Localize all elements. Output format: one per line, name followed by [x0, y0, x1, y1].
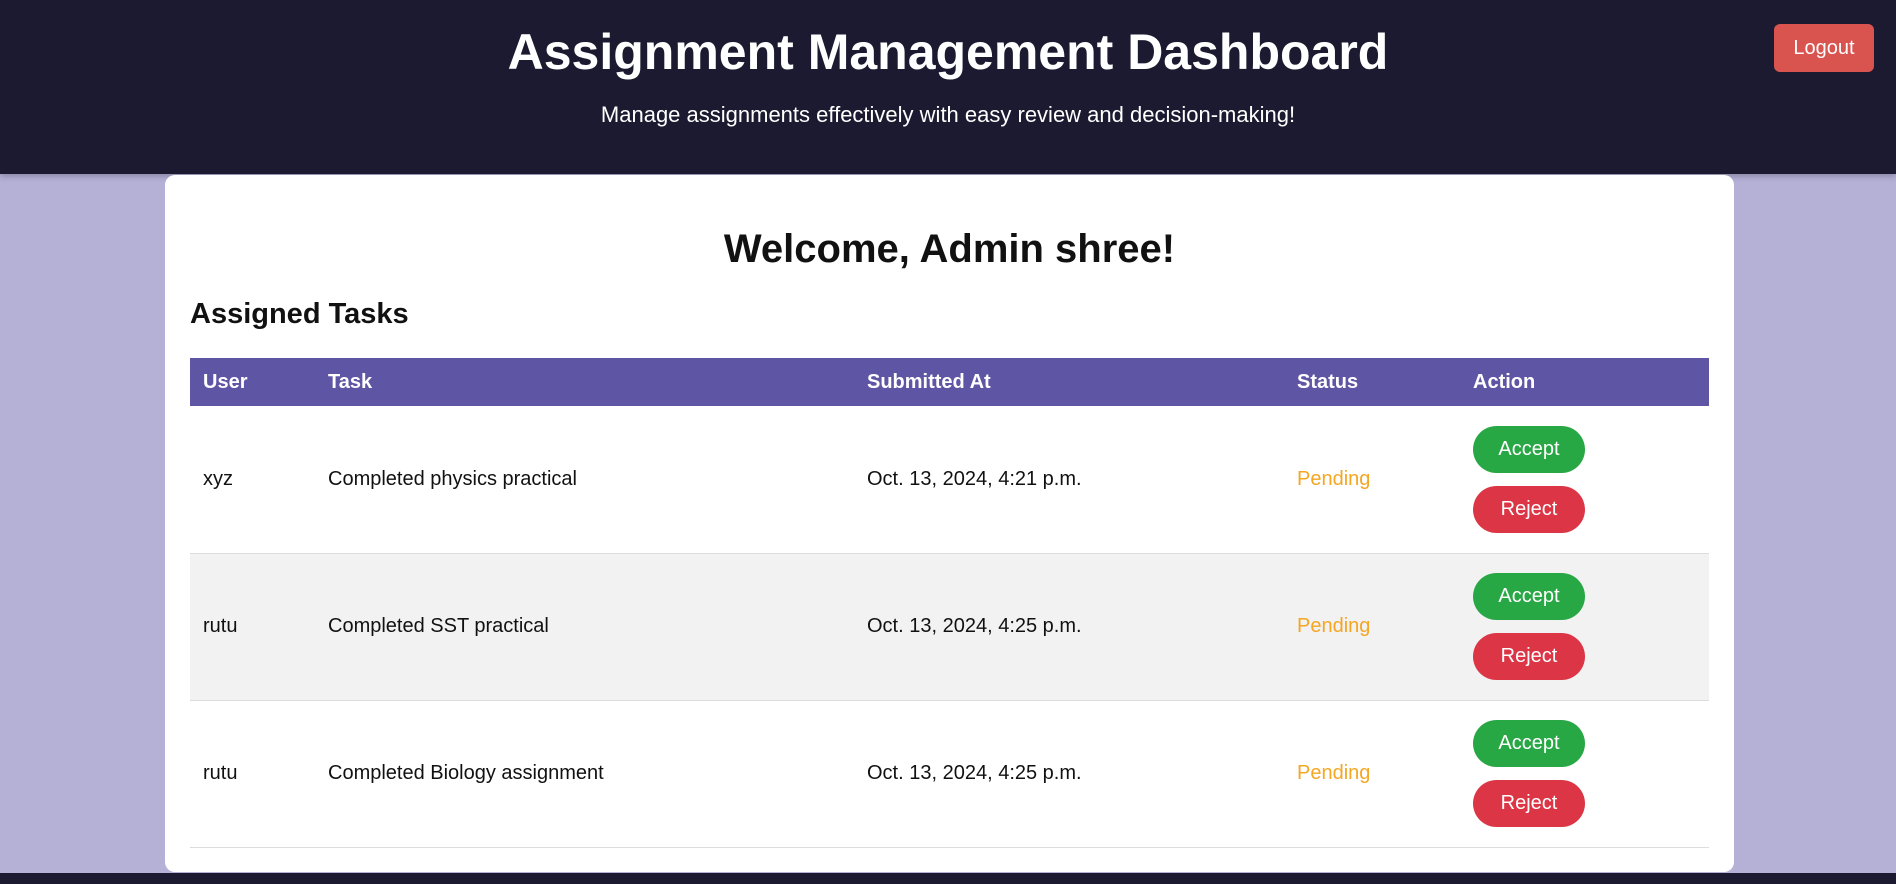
- column-header-task: Task: [328, 370, 373, 393]
- dashboard-card: Welcome, Admin shree! Assigned Tasks Use…: [165, 175, 1734, 872]
- assigned-tasks-heading: Assigned Tasks: [190, 298, 409, 330]
- accept-button[interactable]: Accept: [1473, 425, 1585, 473]
- cell-submitted-at: Oct. 13, 2024, 4:25 p.m.: [867, 615, 1082, 637]
- action-buttons: Accept Reject: [1473, 720, 1696, 827]
- status-text: Pending: [1297, 615, 1371, 637]
- logout-button[interactable]: Logout: [1774, 24, 1874, 72]
- table-row: rutu Completed SST practical Oct. 13, 20…: [190, 553, 1709, 700]
- cell-actions: Accept Reject: [1460, 553, 1709, 700]
- cell-submitted-at: Oct. 13, 2024, 4:25 p.m.: [867, 762, 1082, 784]
- action-buttons: Accept Reject: [1473, 573, 1696, 680]
- action-buttons: Accept Reject: [1473, 425, 1696, 533]
- reject-button[interactable]: Reject: [1473, 485, 1585, 533]
- table-row: xyz Completed physics practical Oct. 13,…: [190, 406, 1709, 553]
- welcome-heading: Welcome, Admin shree!: [723, 227, 1176, 271]
- cell-submitted-at: Oct. 13, 2024, 4:21 p.m.: [867, 467, 1082, 490]
- accept-button[interactable]: Accept: [1473, 573, 1585, 620]
- cell-actions: Accept Reject: [1460, 406, 1709, 553]
- cell-task: Completed Biology assignment: [328, 762, 604, 784]
- reject-button[interactable]: Reject: [1473, 780, 1585, 827]
- cell-task: Completed SST practical: [328, 615, 549, 637]
- cell-user: rutu: [203, 762, 238, 784]
- page-subtitle: Manage assignments effectively with easy…: [600, 102, 1296, 127]
- column-header-submitted-at: Submitted At: [867, 370, 991, 393]
- table-row: rutu Completed Biology assignment Oct. 1…: [190, 700, 1709, 847]
- cell-actions: Accept Reject: [1460, 700, 1709, 847]
- tasks-table: User Task Submitted At Status Action xyz…: [190, 358, 1709, 848]
- page-footer: [0, 873, 1896, 884]
- column-header-user: User: [203, 370, 248, 393]
- status-text: Pending: [1297, 762, 1371, 784]
- page-title: Assignment Management Dashboard: [507, 24, 1389, 80]
- status-text: Pending: [1297, 467, 1371, 490]
- page-header: Assignment Management Dashboard Manage a…: [0, 0, 1896, 174]
- cell-task: Completed physics practical: [328, 467, 577, 490]
- accept-button[interactable]: Accept: [1473, 720, 1585, 767]
- cell-user: rutu: [203, 615, 238, 637]
- column-header-action: Action: [1473, 370, 1536, 393]
- column-header-status: Status: [1297, 370, 1359, 393]
- table-header-row: User Task Submitted At Status Action: [190, 358, 1709, 406]
- cell-user: xyz: [203, 467, 233, 490]
- reject-button[interactable]: Reject: [1473, 633, 1585, 680]
